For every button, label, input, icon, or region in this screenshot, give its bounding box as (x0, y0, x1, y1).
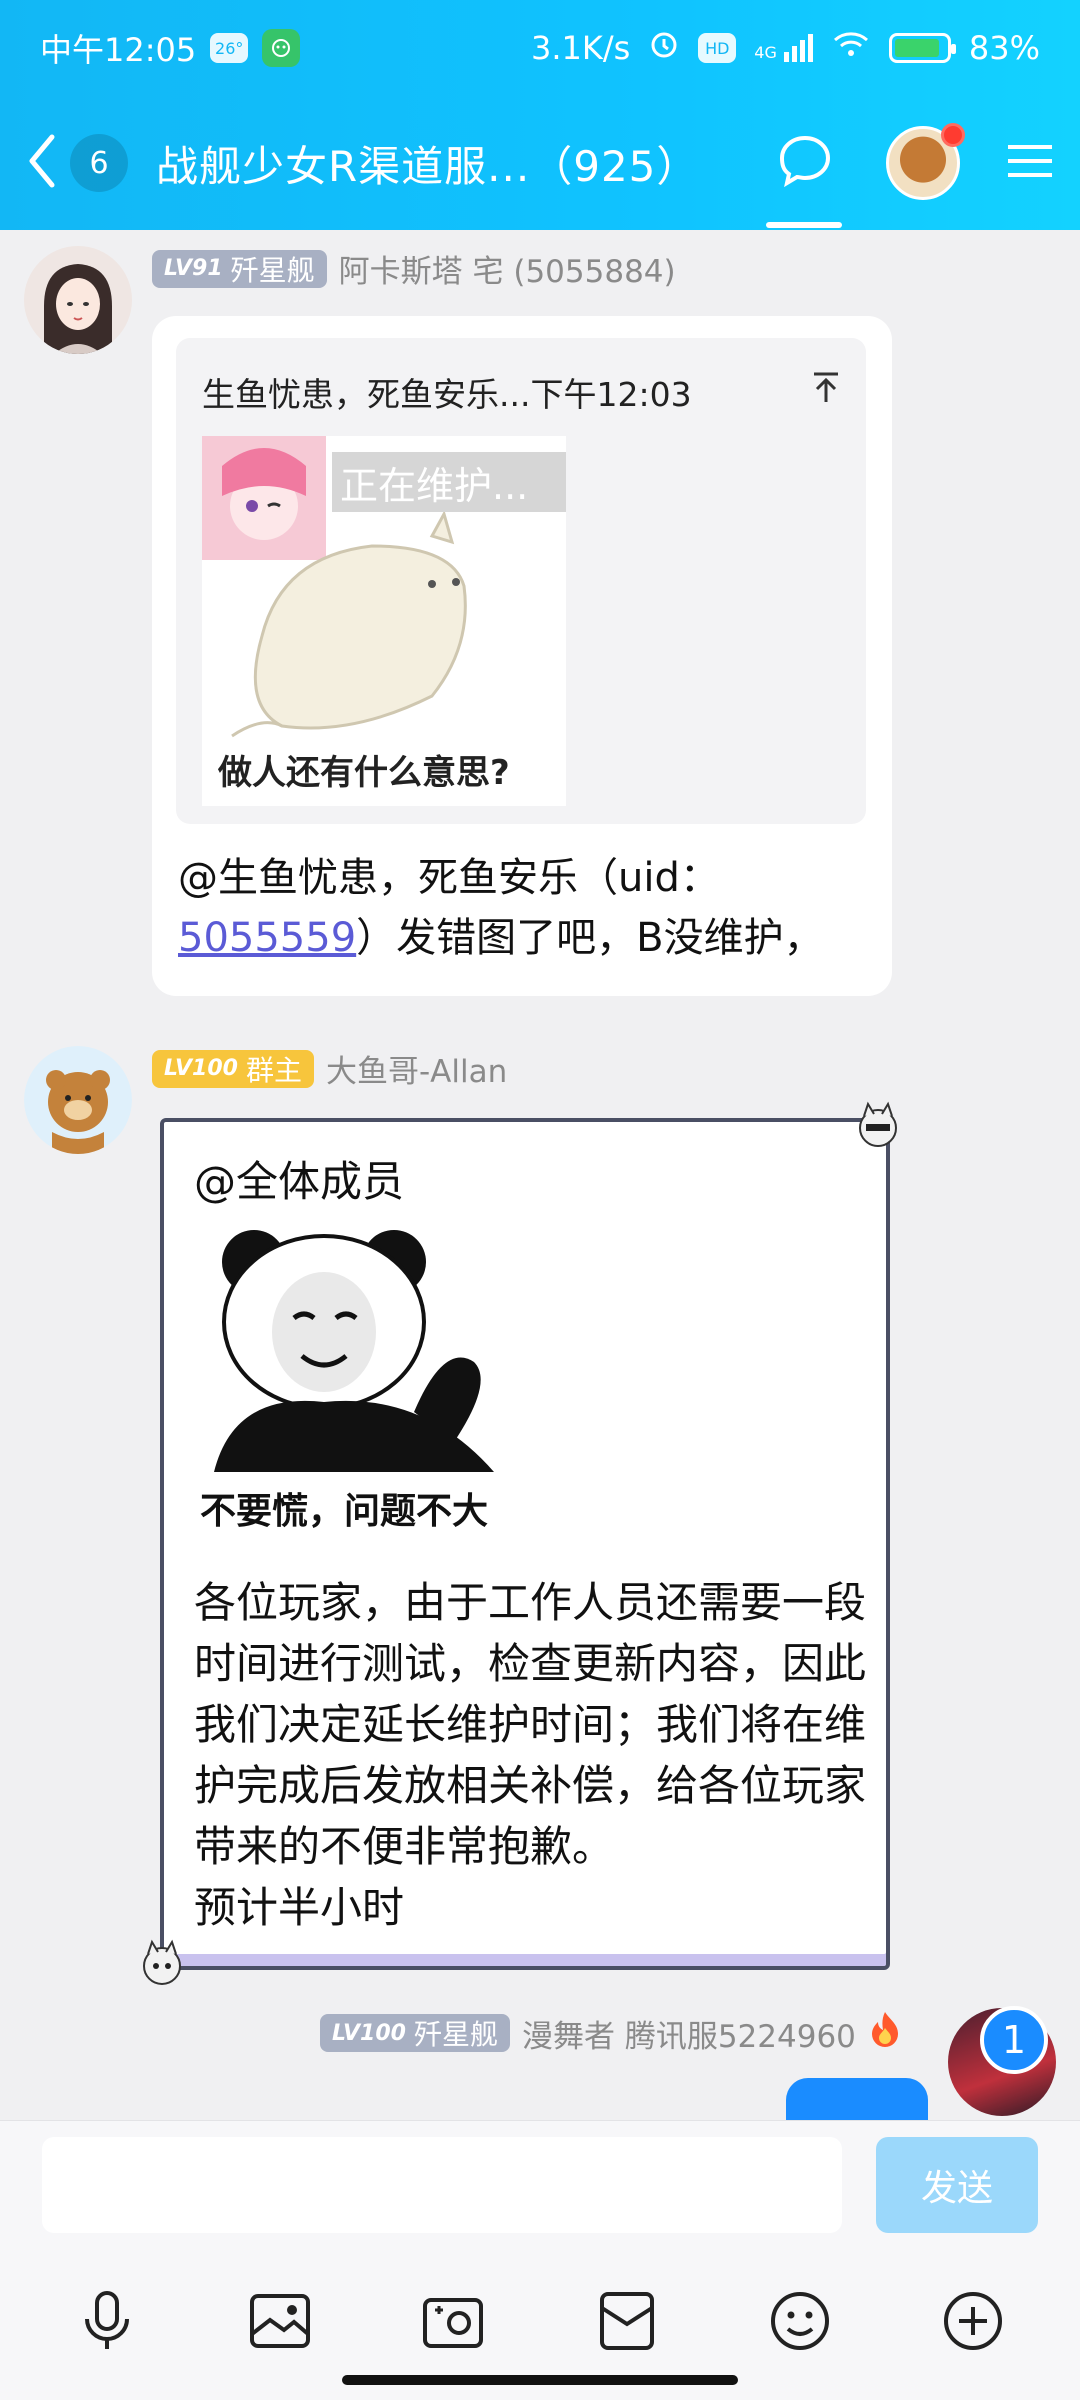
corner-cat-icon (850, 1098, 906, 1158)
microphone-icon[interactable] (67, 2281, 147, 2361)
member-title: 歼星舰 (230, 253, 315, 287)
signal-icon: 4G (754, 34, 813, 62)
battery-icon (888, 33, 956, 63)
announcement-bubble[interactable]: @全体成员 不要慌，问题不大 各位玩家，由于工作人员还需要一段时间进行测试，检查… (143, 1101, 897, 1985)
mention-all[interactable]: @全体成员 (194, 1148, 404, 1209)
quoted-sticker-image[interactable]: 正在维护... 做人还有什么意思? (202, 436, 566, 806)
message-text-before: @生鱼忧患，死鱼安乐（uid： (178, 855, 720, 901)
status-bar: 中午12:05 26° 3.1K/s HD 4G 83% (0, 0, 1080, 96)
new-message-count-badge[interactable]: 1 (980, 2006, 1048, 2074)
sender-name[interactable]: 大鱼哥-Allan (326, 1046, 507, 1091)
fire-icon (868, 2010, 902, 2056)
app-notification-icon (262, 29, 301, 67)
level-label: LV91 (164, 256, 223, 281)
image-icon[interactable] (240, 2281, 320, 2361)
unread-count-badge: 6 (70, 134, 128, 192)
level-badge: LV100 歼星舰 (320, 2014, 510, 2052)
message-text: @生鱼忧患，死鱼安乐（uid： 5055559）发错图了吧，B没维护， (178, 848, 858, 968)
alarm-icon (648, 28, 680, 68)
emoji-icon[interactable] (760, 2281, 840, 2361)
sender-name[interactable]: 漫舞者 腾讯服5224960 (522, 2011, 856, 2056)
camera-icon[interactable] (413, 2281, 493, 2361)
home-indicator[interactable] (342, 2375, 738, 2385)
message-input[interactable] (42, 2137, 842, 2233)
member-title: 群主 (245, 1053, 302, 1087)
status-time: 中午12:05 (40, 31, 197, 69)
input-bar: 发送 (0, 2120, 1080, 2400)
weather-icon: 26° (210, 33, 249, 63)
hd-label: HD (705, 38, 730, 58)
header: 中午12:05 26° 3.1K/s HD 4G 83% 6 战舰少女R渠道服.… (0, 0, 1080, 230)
chat-bubble-icon (776, 132, 834, 194)
hd-icon: HD (698, 33, 737, 63)
red-packet-icon[interactable] (587, 2281, 667, 2361)
signal-label: 4G (754, 43, 777, 62)
menu-icon[interactable] (1006, 141, 1054, 185)
message-meta: LV100 歼星舰 漫舞者 腾讯服5224960 (320, 2010, 902, 2056)
battery-percent: 83% (968, 29, 1040, 67)
title-bar: 6 战舰少女R渠道服...（925） (0, 96, 1080, 230)
message-bubble[interactable] (786, 2078, 928, 2120)
message-meta: LV100 群主 大鱼哥-Allan (152, 1046, 507, 1091)
avatar[interactable] (24, 246, 132, 354)
level-badge: LV91 歼星舰 (152, 249, 327, 288)
back-icon (26, 133, 56, 193)
chat-tab[interactable] (766, 128, 842, 228)
chat-area[interactable]: LV91 歼星舰 阿卡斯塔 宅 (5055884) 生鱼忧患，死鱼安乐...下午… (0, 230, 1080, 2120)
quote-header-text: 生鱼忧患，死鱼安乐...下午12:03 (202, 375, 692, 414)
sticker-caption: 做人还有什么意思? (218, 753, 510, 793)
level-label: LV100 (164, 1056, 238, 1081)
quoted-message[interactable]: 生鱼忧患，死鱼安乐...下午12:03 正在维护... 做人还有什么意思? (176, 338, 866, 824)
sticker-caption: 不要慌，问题不大 (200, 1491, 489, 1532)
quote-header: 生鱼忧患，死鱼安乐...下午12:03 (202, 368, 842, 416)
send-button[interactable]: 发送 (876, 2137, 1038, 2233)
avatar[interactable] (24, 1046, 132, 1154)
member-title: 歼星舰 (413, 2018, 498, 2051)
message-text-after: ）发错图了吧，B没维护， (356, 915, 824, 961)
group-avatar-button[interactable] (886, 123, 965, 200)
message-meta: LV91 歼星舰 阿卡斯塔 宅 (5055884) (152, 246, 676, 291)
wifi-icon (831, 28, 871, 68)
input-toolbar (0, 2281, 1080, 2361)
level-label: LV100 (332, 2020, 406, 2046)
announcement-text: 各位玩家，由于工作人员还需要一段时间进行测试，检查更新内容，因此我们决定延长维护… (194, 1578, 867, 1932)
plus-icon[interactable] (933, 2281, 1013, 2361)
jump-to-original-icon[interactable] (810, 371, 842, 414)
level-badge: LV100 群主 (152, 1049, 314, 1088)
message-bubble[interactable]: 生鱼忧患，死鱼安乐...下午12:03 正在维护... 做人还有什么意思? @生… (152, 316, 892, 996)
notification-dot (941, 123, 965, 147)
group-title[interactable]: 战舰少女R渠道服...（925） (156, 133, 699, 194)
active-tab-indicator (766, 222, 842, 228)
maintenance-label: 正在维护... (332, 452, 566, 512)
back-button[interactable]: 6 (26, 133, 128, 193)
uid-link[interactable]: 5055559 (178, 915, 356, 961)
weather-temp: 26° (215, 38, 244, 58)
sender-name[interactable]: 阿卡斯塔 宅 (5055884) (339, 246, 676, 291)
network-speed: 3.1K/s (530, 29, 631, 67)
corner-cat-icon (134, 1936, 190, 1996)
